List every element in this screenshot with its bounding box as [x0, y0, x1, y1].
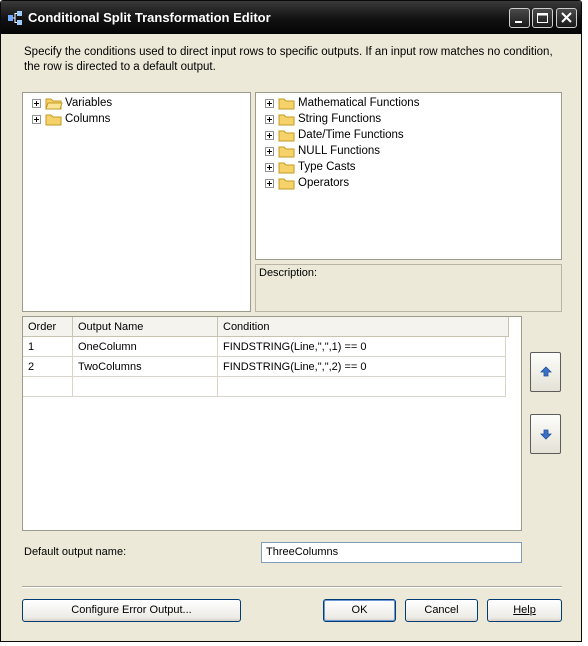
dialog-window: Conditional Split Transformation Editor … — [0, 0, 582, 642]
tree-node-label: Operators — [298, 177, 350, 189]
cell-condition[interactable] — [218, 377, 506, 397]
window-title: Conditional Split Transformation Editor — [28, 10, 271, 25]
plus-expander-icon[interactable] — [265, 179, 274, 188]
table-row[interactable]: 2 TwoColumns FINDSTRING(Line,",",2) == 0 — [23, 357, 506, 377]
cell-output-name[interactable]: OneColumn — [73, 337, 218, 357]
close-button[interactable] — [556, 8, 577, 28]
tree-node-label: String Functions — [298, 113, 382, 125]
minimize-button[interactable] — [509, 8, 530, 28]
ok-button[interactable]: OK — [323, 599, 396, 622]
maximize-icon — [537, 13, 548, 23]
plus-expander-icon[interactable] — [265, 131, 274, 140]
folder-icon — [278, 146, 295, 158]
plus-expander-icon[interactable] — [265, 163, 274, 172]
column-header-condition[interactable]: Condition — [218, 317, 509, 337]
tree-node-label: Type Casts — [298, 161, 356, 173]
folder-icon — [278, 130, 295, 142]
separator — [22, 586, 562, 588]
description-label: Description: — [255, 264, 562, 281]
column-header-order[interactable]: Order — [23, 317, 73, 337]
help-label: Help — [513, 604, 536, 616]
cell-order[interactable]: 1 — [23, 337, 73, 357]
cell-condition[interactable]: FINDSTRING(Line,",",1) == 0 — [218, 337, 506, 357]
arrow-down-icon — [540, 429, 552, 440]
description-text — [255, 280, 562, 312]
folder-icon — [45, 98, 63, 110]
transformation-editor-icon — [8, 11, 22, 25]
folder-icon — [45, 114, 62, 126]
folder-icon — [278, 98, 295, 110]
conditions-grid[interactable]: Order Output Name Condition 1 OneColumn … — [22, 316, 522, 531]
help-button[interactable]: Help — [487, 599, 562, 622]
cell-output-name[interactable] — [73, 377, 218, 397]
functions-tree[interactable]: Mathematical Functions String Functions … — [255, 92, 562, 260]
folder-icon — [278, 178, 295, 190]
folder-icon — [278, 162, 295, 174]
column-header-output-name[interactable]: Output Name — [73, 317, 218, 337]
tree-node-label: Date/Time Functions — [298, 129, 404, 141]
cell-order[interactable]: 2 — [23, 357, 73, 377]
tree-node-label: Variables — [65, 97, 113, 109]
intro-text: Specify the conditions used to direct in… — [24, 46, 553, 73]
plus-expander-icon[interactable] — [32, 115, 41, 124]
cancel-label: Cancel — [424, 604, 459, 616]
cell-output-name[interactable]: TwoColumns — [73, 357, 218, 377]
folder-icon — [278, 114, 295, 126]
minimize-icon — [515, 21, 522, 23]
maximize-button[interactable] — [532, 8, 553, 28]
plus-expander-icon[interactable] — [265, 115, 274, 124]
tree-node-label: NULL Functions — [298, 145, 381, 157]
tree-node-label: Columns — [65, 113, 111, 125]
plus-expander-icon[interactable] — [265, 147, 274, 156]
title-bar[interactable]: Conditional Split Transformation Editor — [1, 1, 581, 34]
configure-error-output-button[interactable]: Configure Error Output... — [22, 599, 241, 622]
variables-columns-tree[interactable]: Variables Columns — [22, 92, 251, 312]
tree-node-label: Mathematical Functions — [298, 97, 420, 109]
move-down-button[interactable] — [530, 414, 561, 454]
configure-error-output-label: Configure Error Output... — [71, 604, 192, 616]
default-output-label: Default output name: — [24, 546, 126, 558]
arrow-up-icon — [540, 366, 552, 377]
default-output-label-text: Default output name: — [24, 546, 127, 558]
table-row-new[interactable] — [23, 377, 506, 397]
move-up-button[interactable] — [530, 352, 561, 392]
default-output-input[interactable]: ThreeColumns — [261, 542, 522, 563]
close-icon — [561, 12, 572, 23]
cell-order[interactable] — [23, 377, 73, 397]
ok-label: OK — [351, 604, 368, 616]
cancel-button[interactable]: Cancel — [405, 599, 478, 622]
cell-condition[interactable]: FINDSTRING(Line,",",2) == 0 — [218, 357, 506, 377]
grid-header: Order Output Name Condition — [23, 317, 509, 337]
plus-expander-icon[interactable] — [32, 99, 41, 108]
table-row[interactable]: 1 OneColumn FINDSTRING(Line,",",1) == 0 — [23, 337, 506, 357]
plus-expander-icon[interactable] — [265, 99, 274, 108]
